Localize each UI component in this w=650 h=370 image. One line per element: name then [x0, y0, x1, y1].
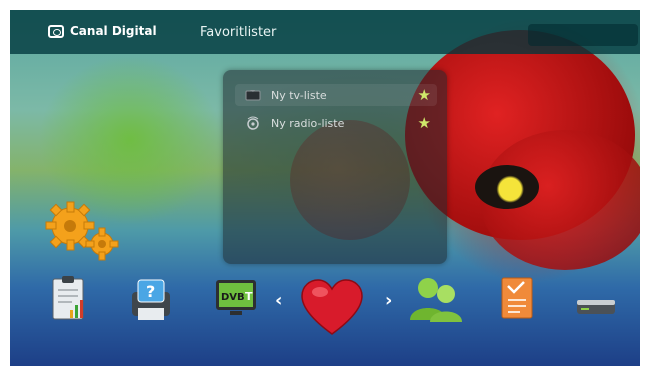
screen: Canal Digital Favoritlister Ny tv-liste … — [10, 10, 640, 366]
status-area — [528, 24, 638, 46]
clipboard-chart-icon[interactable] — [50, 274, 90, 328]
canal-digital-logo-icon — [48, 24, 64, 38]
radio-icon — [243, 116, 263, 130]
settings-gears-icon[interactable] — [42, 200, 122, 270]
star-icon[interactable]: ★ — [418, 114, 431, 132]
brand-name: Canal Digital — [70, 24, 157, 38]
heart-favorites-icon[interactable] — [300, 278, 364, 342]
poppy-stamen — [475, 165, 539, 209]
dvbt-tv-icon[interactable]: DVB T — [214, 278, 260, 322]
star-icon[interactable]: ★ — [418, 86, 431, 104]
list-item-label: Ny tv-liste — [271, 88, 327, 102]
list-item-tv[interactable]: Ny tv-liste ★ — [235, 84, 437, 106]
svg-text:DVB: DVB — [221, 292, 245, 303]
header-bar: Canal Digital Favoritlister — [10, 10, 640, 54]
help-printer-icon[interactable]: ? — [126, 278, 176, 328]
brand-logo: Canal Digital — [48, 24, 157, 38]
tv-icon — [243, 89, 263, 101]
favorites-list-panel: Ny tv-liste ★ Ny radio-liste ★ — [223, 70, 447, 264]
document-icon[interactable] — [498, 274, 538, 328]
nav-left-arrow[interactable]: ‹ — [275, 290, 282, 311]
page-title: Favoritlister — [200, 25, 277, 40]
svg-text:T: T — [245, 290, 253, 303]
list-item-label: Ny radio-liste — [271, 116, 345, 130]
nav-right-arrow[interactable]: › — [385, 290, 392, 311]
users-icon[interactable] — [408, 274, 464, 326]
svg-text:?: ? — [146, 282, 155, 301]
receiver-box-icon[interactable] — [575, 294, 619, 324]
list-item-radio[interactable]: Ny radio-liste ★ — [235, 112, 437, 134]
